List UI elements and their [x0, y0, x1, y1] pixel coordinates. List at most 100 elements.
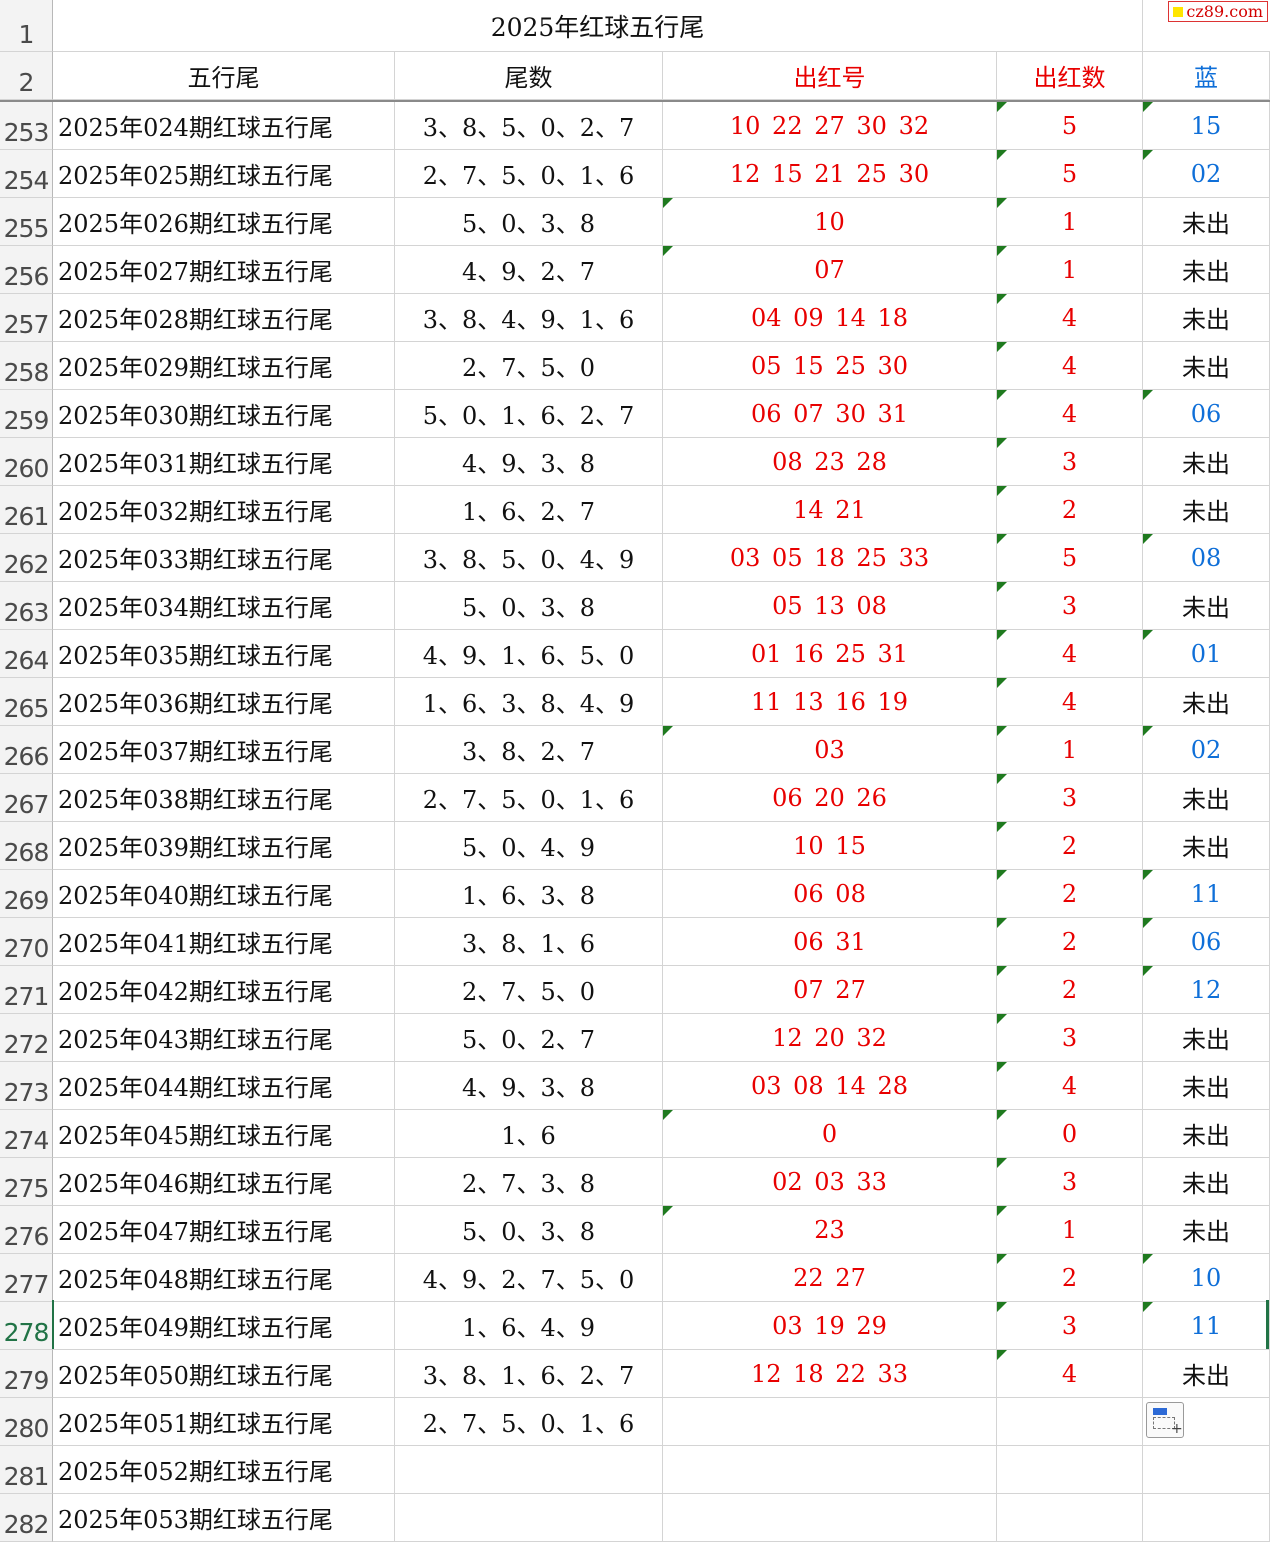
tail-digits-cell[interactable]: 2、7、5、0 — [395, 342, 663, 390]
comment-indicator-icon[interactable] — [997, 678, 1007, 688]
tail-digits-cell[interactable]: 5、0、3、8 — [395, 1206, 663, 1254]
blue-ball-cell[interactable]: 未出 — [1143, 678, 1270, 726]
comment-indicator-icon[interactable] — [997, 870, 1007, 880]
blue-ball-cell[interactable]: 02 — [1143, 726, 1270, 774]
row-header[interactable]: 253 — [0, 102, 53, 150]
red-count-cell[interactable]: 2 — [997, 870, 1143, 918]
red-count-cell[interactable]: 4 — [997, 1350, 1143, 1398]
red-numbers-cell[interactable]: 08 23 28 — [663, 438, 997, 486]
row-header[interactable]: 261 — [0, 486, 53, 534]
red-numbers-cell[interactable]: 14 21 — [663, 486, 997, 534]
tail-digits-cell[interactable]: 1、6 — [395, 1110, 663, 1158]
row-header[interactable]: 282 — [0, 1494, 53, 1542]
comment-indicator-icon[interactable] — [997, 774, 1007, 784]
red-numbers-cell[interactable]: 0 — [663, 1110, 997, 1158]
issue-name-cell[interactable]: 2025年044期红球五行尾 — [53, 1062, 395, 1110]
row-header[interactable]: 257 — [0, 294, 53, 342]
issue-name-cell[interactable]: 2025年042期红球五行尾 — [53, 966, 395, 1014]
issue-name-cell[interactable]: 2025年043期红球五行尾 — [53, 1014, 395, 1062]
tail-digits-cell[interactable]: 1、6、3、8、4、9 — [395, 678, 663, 726]
blue-ball-cell[interactable]: 未出 — [1143, 774, 1270, 822]
red-count-cell[interactable]: 1 — [997, 198, 1143, 246]
row-header[interactable]: 258 — [0, 342, 53, 390]
row-header[interactable]: 278 — [0, 1302, 53, 1350]
tail-digits-cell[interactable]: 2、7、5、0、1、6 — [395, 774, 663, 822]
red-count-cell[interactable]: 3 — [997, 774, 1143, 822]
comment-indicator-icon[interactable] — [1143, 150, 1153, 160]
comment-indicator-icon[interactable] — [997, 630, 1007, 640]
comment-indicator-icon[interactable] — [997, 1062, 1007, 1072]
comment-indicator-icon[interactable] — [1143, 966, 1153, 976]
tail-digits-cell[interactable]: 3、8、1、6、2、7 — [395, 1350, 663, 1398]
column-header-lan[interactable]: 蓝 — [1143, 52, 1270, 100]
red-count-cell[interactable]: 2 — [997, 918, 1143, 966]
red-count-cell[interactable]: 1 — [997, 726, 1143, 774]
red-numbers-cell[interactable]: 03 08 14 28 — [663, 1062, 997, 1110]
row-header[interactable]: 273 — [0, 1062, 53, 1110]
red-count-cell[interactable]: 3 — [997, 438, 1143, 486]
issue-name-cell[interactable]: 2025年033期红球五行尾 — [53, 534, 395, 582]
tail-digits-cell[interactable]: 1、6、3、8 — [395, 870, 663, 918]
red-numbers-cell[interactable]: 12 15 21 25 30 — [663, 150, 997, 198]
issue-name-cell[interactable]: 2025年053期红球五行尾 — [53, 1494, 395, 1542]
tail-digits-cell[interactable]: 5、0、3、8 — [395, 198, 663, 246]
red-count-cell[interactable]: 4 — [997, 678, 1143, 726]
row-header[interactable]: 275 — [0, 1158, 53, 1206]
red-count-cell[interactable]: 5 — [997, 150, 1143, 198]
issue-name-cell[interactable]: 2025年027期红球五行尾 — [53, 246, 395, 294]
comment-indicator-icon[interactable] — [1143, 870, 1153, 880]
row-header[interactable]: 280 — [0, 1398, 53, 1446]
comment-indicator-icon[interactable] — [997, 1254, 1007, 1264]
issue-name-cell[interactable]: 2025年031期红球五行尾 — [53, 438, 395, 486]
comment-indicator-icon[interactable] — [997, 966, 1007, 976]
red-count-cell[interactable]: 2 — [997, 1254, 1143, 1302]
spreadsheet[interactable]: 1 2025年红球五行尾 2 五行尾 尾数 出红号 出红数 蓝 253 2025年… — [0, 0, 1270, 1544]
blue-ball-cell[interactable]: 06 — [1143, 918, 1270, 966]
red-numbers-cell[interactable]: 06 07 30 31 — [663, 390, 997, 438]
tail-digits-cell[interactable]: 5、0、2、7 — [395, 1014, 663, 1062]
blue-ball-cell[interactable]: 11 — [1143, 1302, 1270, 1350]
issue-name-cell[interactable]: 2025年024期红球五行尾 — [53, 102, 395, 150]
red-numbers-cell[interactable]: 03 05 18 25 33 — [663, 534, 997, 582]
tail-digits-cell[interactable] — [395, 1446, 663, 1494]
red-count-cell[interactable]: 2 — [997, 486, 1143, 534]
red-numbers-cell[interactable]: 04 09 14 18 — [663, 294, 997, 342]
issue-name-cell[interactable]: 2025年040期红球五行尾 — [53, 870, 395, 918]
red-numbers-cell[interactable]: 07 27 — [663, 966, 997, 1014]
comment-indicator-icon[interactable] — [997, 1158, 1007, 1168]
issue-name-cell[interactable]: 2025年048期红球五行尾 — [53, 1254, 395, 1302]
tail-digits-cell[interactable]: 3、8、2、7 — [395, 726, 663, 774]
comment-indicator-icon[interactable] — [1143, 630, 1153, 640]
comment-indicator-icon[interactable] — [997, 438, 1007, 448]
tail-digits-cell[interactable]: 4、9、3、8 — [395, 1062, 663, 1110]
comment-indicator-icon[interactable] — [1143, 390, 1153, 400]
blue-ball-cell[interactable]: 11 — [1143, 870, 1270, 918]
blue-ball-cell[interactable]: 未出 — [1143, 1158, 1270, 1206]
red-numbers-cell[interactable]: 10 22 27 30 32 — [663, 102, 997, 150]
row-header[interactable]: 255 — [0, 198, 53, 246]
tail-digits-cell[interactable]: 3、8、1、6 — [395, 918, 663, 966]
issue-name-cell[interactable]: 2025年039期红球五行尾 — [53, 822, 395, 870]
row-header[interactable]: 1 — [0, 0, 53, 52]
comment-indicator-icon[interactable] — [1143, 1254, 1153, 1264]
comment-indicator-icon[interactable] — [997, 726, 1007, 736]
row-header[interactable]: 260 — [0, 438, 53, 486]
blue-ball-cell[interactable]: 未出 — [1143, 1110, 1270, 1158]
blue-ball-cell[interactable]: 10 — [1143, 1254, 1270, 1302]
comment-indicator-icon[interactable] — [1143, 918, 1153, 928]
issue-name-cell[interactable]: 2025年041期红球五行尾 — [53, 918, 395, 966]
blue-ball-cell[interactable]: 未出 — [1143, 1350, 1270, 1398]
red-numbers-cell[interactable] — [663, 1446, 997, 1494]
blue-ball-cell[interactable]: 06 — [1143, 390, 1270, 438]
comment-indicator-icon[interactable] — [997, 1110, 1007, 1120]
row-header[interactable]: 266 — [0, 726, 53, 774]
tail-digits-cell[interactable]: 4、9、1、6、5、0 — [395, 630, 663, 678]
tail-digits-cell[interactable]: 2、7、5、0、1、6 — [395, 150, 663, 198]
blue-ball-cell[interactable] — [1143, 1446, 1270, 1494]
tail-digits-cell[interactable]: 1、6、4、9 — [395, 1302, 663, 1350]
tail-digits-cell[interactable]: 4、9、3、8 — [395, 438, 663, 486]
red-count-cell[interactable]: 4 — [997, 630, 1143, 678]
issue-name-cell[interactable]: 2025年050期红球五行尾 — [53, 1350, 395, 1398]
blue-ball-cell[interactable]: 未出 — [1143, 486, 1270, 534]
comment-indicator-icon[interactable] — [663, 726, 673, 736]
